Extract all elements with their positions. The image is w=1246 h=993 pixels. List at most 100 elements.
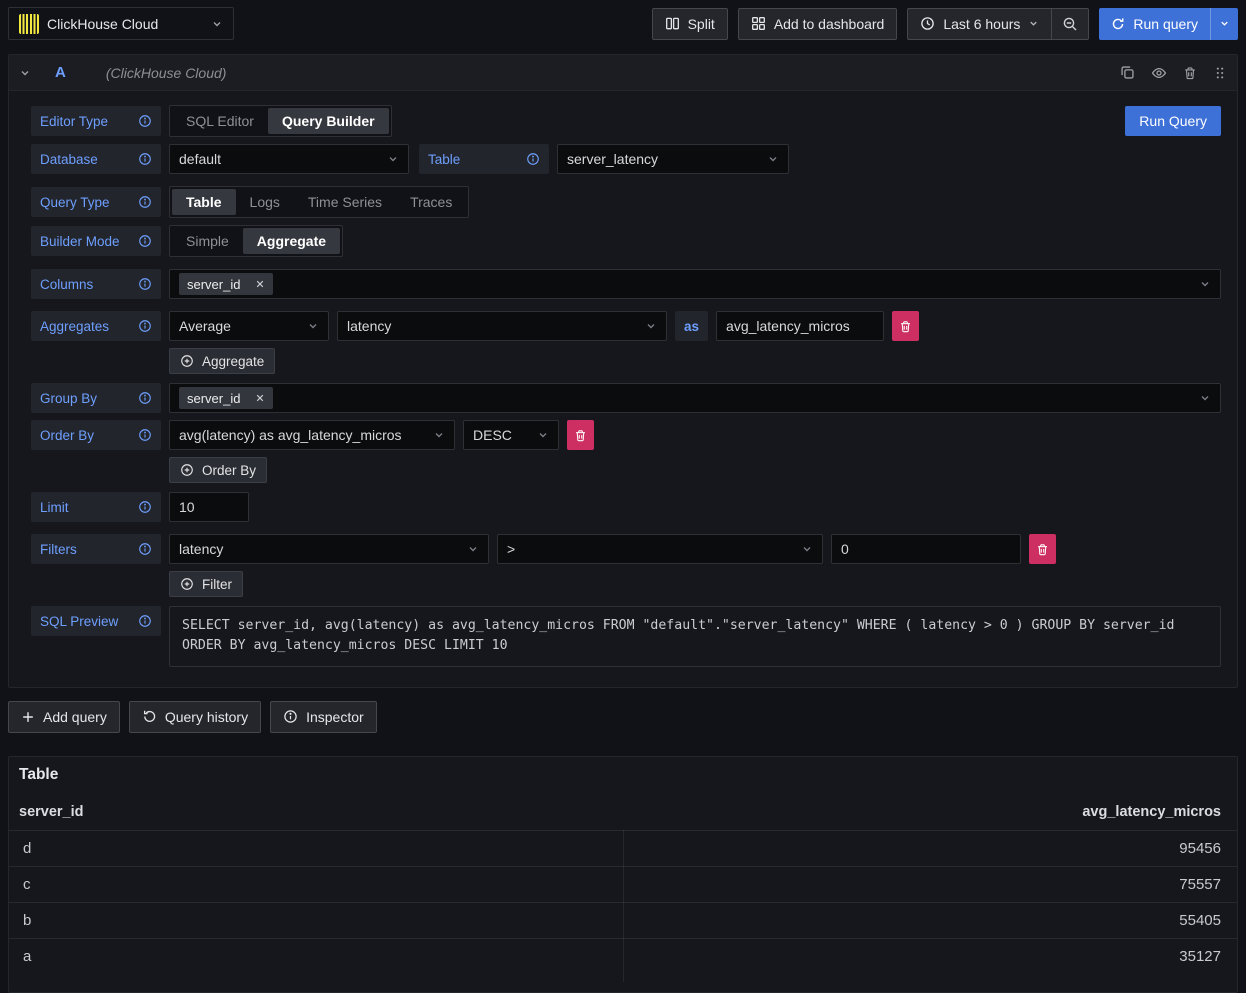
run-query-button[interactable]: Run query [1099, 8, 1210, 40]
query-type-table-option[interactable]: Table [172, 189, 236, 215]
query-type-timeseries-option[interactable]: Time Series [294, 189, 396, 215]
column-header-server-id[interactable]: server_id [19, 804, 620, 820]
aggregate-alias-input[interactable] [716, 311, 884, 341]
filter-column-select[interactable]: latency [169, 534, 489, 564]
add-aggregate-button[interactable]: Aggregate [169, 348, 275, 374]
chevron-down-icon [387, 153, 399, 165]
info-icon[interactable] [138, 500, 152, 514]
aggregate-column-select[interactable]: latency [337, 311, 667, 341]
limit-row: Limit [31, 492, 1221, 522]
order-by-direction-select[interactable]: DESC [463, 420, 559, 450]
split-button[interactable]: Split [652, 8, 728, 40]
chevron-down-icon [1028, 18, 1039, 29]
filter-operator-select[interactable]: > [497, 534, 823, 564]
database-select[interactable]: default [169, 144, 409, 174]
sql-editor-option[interactable]: SQL Editor [172, 108, 268, 134]
remove-filter-button[interactable] [1029, 534, 1056, 564]
info-icon[interactable] [138, 152, 152, 166]
builder-mode-toggle: Simple Aggregate [169, 225, 343, 257]
table-header-row: server_id avg_latency_micros [9, 784, 1237, 830]
builder-mode-simple-option[interactable]: Simple [172, 228, 243, 254]
info-icon[interactable] [138, 614, 152, 628]
filter-value-input[interactable] [831, 534, 1021, 564]
info-icon[interactable] [526, 152, 540, 166]
add-order-by-button[interactable]: Order By [169, 457, 267, 483]
cell-server-id: d [9, 840, 622, 857]
aggregates-row: Aggregates Average latency as [31, 311, 1221, 341]
info-icon[interactable] [138, 277, 152, 291]
zoom-out-time-button[interactable] [1051, 9, 1088, 39]
add-to-dashboard-button[interactable]: Add to dashboard [738, 8, 898, 40]
cell-server-id: b [9, 912, 622, 929]
add-filter-button[interactable]: Filter [169, 571, 243, 597]
duplicate-query-button[interactable] [1120, 65, 1135, 80]
database-label: Database [31, 144, 161, 174]
split-icon [665, 16, 680, 31]
aggregate-function-select[interactable]: Average [169, 311, 329, 341]
query-history-button[interactable]: Query history [129, 701, 261, 733]
drag-handle[interactable] [1213, 66, 1227, 80]
columns-multiselect[interactable]: server_id [169, 269, 1221, 299]
datasource-picker[interactable]: ClickHouse Cloud [8, 7, 234, 40]
trash-icon [574, 429, 587, 442]
sql-preview-text: SELECT server_id, avg(latency) as avg_la… [169, 606, 1221, 667]
query-type-toggle: Table Logs Time Series Traces [169, 186, 469, 218]
chevron-down-icon [1199, 392, 1211, 404]
datasource-hint: (ClickHouse Cloud) [106, 65, 227, 81]
query-type-row: Query Type Table Logs Time Series Traces [31, 186, 1221, 218]
query-type-logs-option[interactable]: Logs [236, 189, 294, 215]
order-by-field-select[interactable]: avg(latency) as avg_latency_micros [169, 420, 455, 450]
table-select[interactable]: server_latency [557, 144, 789, 174]
collapse-query-button[interactable] [19, 67, 31, 79]
time-picker-group: Last 6 hours [907, 8, 1089, 40]
builder-mode-row: Builder Mode Simple Aggregate [31, 225, 1221, 257]
limit-label: Limit [31, 492, 161, 522]
cell-server-id: a [9, 948, 622, 965]
run-query-editor-button[interactable]: Run Query [1125, 106, 1221, 136]
remove-aggregate-button[interactable] [892, 311, 919, 341]
columns-label: Columns [31, 269, 161, 299]
query-header-actions [1120, 65, 1227, 81]
columns-row: Columns server_id [31, 269, 1221, 299]
table-row: b 55405 [9, 902, 1237, 938]
info-icon[interactable] [138, 391, 152, 405]
hide-response-eye-button[interactable] [1151, 65, 1167, 81]
table-body: d 95456 c 75557 b 55405 a 35127 [9, 830, 1237, 974]
order-by-label: Order By [31, 420, 161, 450]
filters-label: Filters [31, 534, 161, 564]
editor-type-row: Editor Type SQL Editor Query Builder Run… [31, 105, 1221, 137]
table-row: d 95456 [9, 830, 1237, 866]
run-query-dropdown-caret[interactable] [1210, 8, 1238, 40]
remove-order-by-button[interactable] [567, 420, 594, 450]
time-picker-button[interactable]: Last 6 hours [908, 9, 1051, 39]
remove-chip-icon[interactable] [255, 393, 265, 403]
info-icon[interactable] [138, 319, 152, 333]
clickhouse-logo-icon [19, 14, 39, 34]
builder-mode-aggregate-option[interactable]: Aggregate [243, 228, 340, 254]
info-icon[interactable] [138, 428, 152, 442]
info-icon[interactable] [138, 114, 152, 128]
remove-query-button[interactable] [1183, 66, 1197, 80]
time-range-label: Last 6 hours [943, 16, 1020, 32]
explore-footer: Add query Query history Inspector [8, 701, 1238, 733]
query-ref-id[interactable]: A [55, 64, 66, 81]
inspector-button[interactable]: Inspector [270, 701, 377, 733]
group-by-row: Group By server_id [31, 383, 1221, 413]
cell-value: 95456 [622, 840, 1237, 857]
info-icon[interactable] [138, 542, 152, 556]
add-query-button[interactable]: Add query [8, 701, 120, 733]
info-icon[interactable] [138, 234, 152, 248]
chevron-down-icon [1199, 278, 1211, 290]
plus-circle-icon [180, 354, 194, 368]
limit-input[interactable] [169, 492, 249, 522]
clock-icon [920, 16, 935, 31]
group-by-chip: server_id [179, 387, 273, 409]
info-icon[interactable] [138, 195, 152, 209]
query-builder-option[interactable]: Query Builder [268, 108, 389, 134]
remove-chip-icon[interactable] [255, 279, 265, 289]
column-header-avg-latency[interactable]: avg_latency_micros [620, 804, 1221, 820]
group-by-multiselect[interactable]: server_id [169, 383, 1221, 413]
aggregates-label: Aggregates [31, 311, 161, 341]
query-type-traces-option[interactable]: Traces [396, 189, 466, 215]
sql-preview-row: SQL Preview SELECT server_id, avg(latenc… [31, 606, 1221, 667]
